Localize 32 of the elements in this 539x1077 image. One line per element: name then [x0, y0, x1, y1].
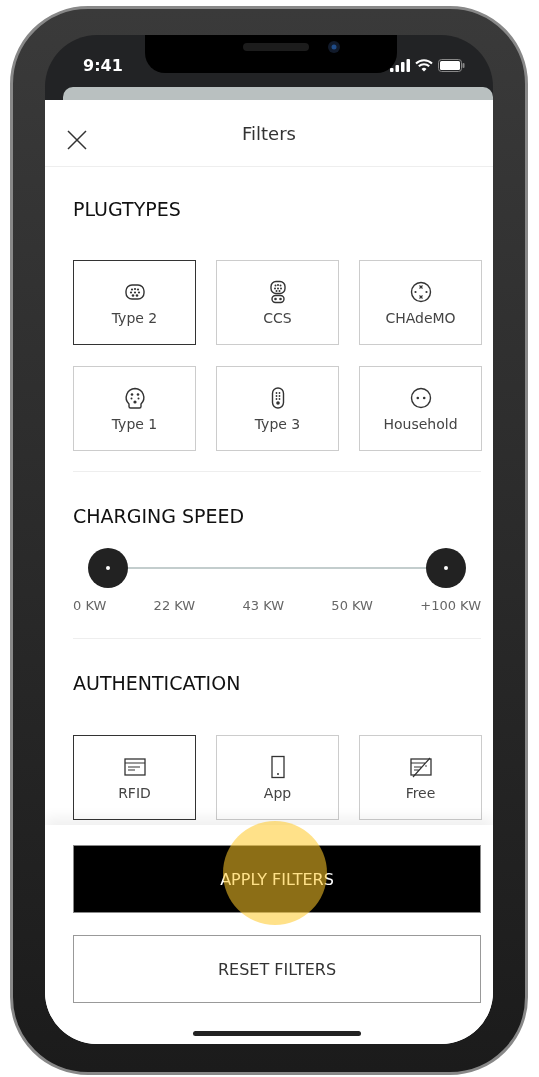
- option-tile[interactable]: CCS: [216, 260, 339, 345]
- socket-icon: [408, 385, 433, 410]
- option-tile[interactable]: CHAdeMO: [359, 260, 482, 345]
- option-tile[interactable]: Free: [359, 735, 482, 820]
- plug-icon: [408, 279, 433, 304]
- speed-label: 22 KW: [153, 597, 196, 615]
- option-tile[interactable]: Type 2: [73, 260, 196, 345]
- speed-label: 43 KW: [242, 597, 285, 615]
- section-heading: CHARGING SPEED: [73, 504, 246, 529]
- close-icon: [67, 130, 87, 150]
- sheet-title: Filters: [242, 122, 296, 144]
- section-heading: AUTHENTICATION: [73, 671, 242, 696]
- plug-icon: [122, 385, 147, 410]
- speed-label: +100 KW: [420, 597, 481, 615]
- reset-button[interactable]: RESET FILTERS: [73, 935, 481, 1003]
- option-tile[interactable]: Type 3: [216, 366, 339, 451]
- signal-icon: [390, 58, 410, 72]
- speed-label: 0 KW: [73, 597, 107, 615]
- speaker-icon: [243, 43, 309, 51]
- option-tile[interactable]: Type 1: [73, 366, 196, 451]
- status-time: 9:41: [83, 55, 123, 75]
- slider-handle[interactable]: [426, 548, 466, 588]
- close-button[interactable]: [67, 130, 87, 150]
- wifi-icon: [415, 58, 433, 72]
- battery-icon: [438, 58, 465, 72]
- option-tile[interactable]: Household: [359, 366, 482, 451]
- option-tile[interactable]: App: [216, 735, 339, 820]
- option-tile[interactable]: RFID: [73, 735, 196, 820]
- section-heading: PLUGTYPES: [73, 197, 182, 222]
- camera-icon: [328, 41, 340, 53]
- speed-label: 50 KW: [331, 597, 373, 615]
- slider-handle[interactable]: [88, 548, 128, 588]
